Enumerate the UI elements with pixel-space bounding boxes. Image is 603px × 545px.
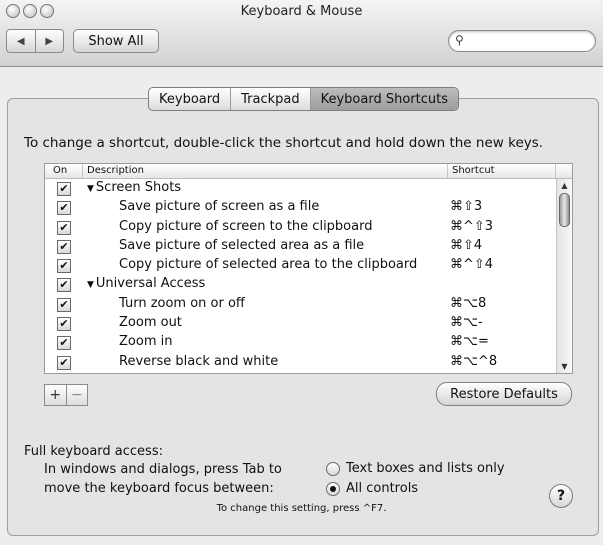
instruction-text: To change a shortcut, double-click the s… — [24, 135, 544, 151]
table-rows: ✔ ▼ Screen Shots ✔ Save picture of screen… — [45, 179, 556, 372]
row-description: Turn zoom on or off — [119, 295, 245, 311]
table-row[interactable]: ✔ ▼ Screen Shots — [45, 179, 556, 198]
show-all-button[interactable]: Show All — [73, 29, 159, 53]
add-remove-buttons: + − — [44, 384, 88, 406]
table-row[interactable]: ✔ Copy picture of selected area to the c… — [45, 256, 556, 275]
table-row[interactable]: ✔ Zoom out ⌘⌥- — [45, 314, 556, 333]
radio-all-controls[interactable]: All controls — [326, 481, 418, 496]
table-row[interactable]: ✔ Zoom in ⌘⌥= — [45, 333, 556, 352]
row-shortcut[interactable]: ⌘⇧4 — [450, 238, 482, 253]
row-description: Save picture of selected area as a file — [119, 237, 365, 253]
full-keyboard-access-title: Full keyboard access: — [24, 444, 163, 459]
row-description: Reverse black and white — [119, 353, 279, 369]
forward-icon[interactable]: ▶ — [34, 30, 64, 52]
row-shortcut[interactable]: ⌘⌥= — [450, 334, 489, 349]
enabled-checkbox[interactable]: ✔ — [57, 220, 71, 235]
scroll-down-arrow-icon[interactable]: ▼ — [557, 362, 572, 371]
radio-button[interactable] — [326, 461, 340, 476]
enabled-checkbox[interactable]: ✔ — [57, 297, 71, 312]
help-button[interactable]: ? — [549, 484, 573, 508]
row-shortcut[interactable]: ⌘⌥- — [450, 315, 483, 330]
window-title: Keyboard & Mouse — [240, 4, 363, 19]
enabled-checkbox[interactable]: ✔ — [57, 336, 71, 351]
radio-label[interactable]: Text boxes and lists only — [346, 461, 505, 476]
shortcuts-table: On Description Shortcut ✔ ▼ Screen Shots … — [44, 163, 573, 374]
enabled-checkbox[interactable]: ✔ — [57, 201, 71, 216]
scroll-thumb[interactable] — [559, 193, 570, 227]
title-bar: Keyboard & Mouse ◀ ▶ Show All ⚲ — [0, 0, 603, 67]
back-icon[interactable]: ◀ — [7, 30, 35, 52]
search-icon: ⚲ — [455, 33, 464, 47]
row-shortcut[interactable]: ⌘⌥^8 — [450, 354, 497, 369]
search-input[interactable] — [471, 32, 591, 50]
column-header-shortcut[interactable]: Shortcut — [448, 164, 556, 178]
row-shortcut[interactable]: ⌘^⇧4 — [450, 257, 493, 272]
tab-trackpad[interactable]: Trackpad — [230, 88, 310, 110]
table-row[interactable]: ✔ Turn zoom on or off ⌘⌥8 — [45, 295, 556, 314]
table-row[interactable]: ✔ Save picture of selected area as a fil… — [45, 237, 556, 256]
full-keyboard-access-description: move the keyboard focus between: — [44, 481, 274, 496]
add-shortcut-button[interactable]: + — [45, 385, 66, 405]
row-description: Copy picture of screen to the clipboard — [119, 218, 373, 234]
radio-label[interactable]: All controls — [346, 481, 418, 496]
group-label: ▼ Screen Shots — [87, 180, 181, 195]
disclosure-triangle-icon[interactable]: ▼ — [87, 280, 94, 290]
column-header-on[interactable]: On — [45, 164, 83, 178]
radio-text-boxes-and-lists[interactable]: Text boxes and lists only — [326, 461, 505, 476]
enabled-checkbox[interactable]: ✔ — [57, 355, 71, 370]
radio-button[interactable] — [326, 481, 340, 496]
table-header: On Description Shortcut — [45, 164, 572, 179]
remove-shortcut-button[interactable]: − — [65, 385, 88, 405]
table-row[interactable]: ✔ Reverse black and white ⌘⌥^8 — [45, 353, 556, 372]
vertical-scrollbar[interactable]: ▲ ▼ — [556, 179, 572, 373]
table-row[interactable]: ✔ Copy picture of screen to the clipboar… — [45, 218, 556, 237]
enabled-checkbox[interactable]: ✔ — [57, 259, 71, 274]
row-description: Copy picture of selected area to the cli… — [119, 257, 418, 273]
column-header-description[interactable]: Description — [83, 164, 448, 178]
enabled-checkbox[interactable]: ✔ — [57, 239, 71, 254]
row-description: Zoom out — [119, 315, 182, 331]
back-forward-buttons: ◀ ▶ — [6, 29, 64, 53]
row-shortcut[interactable]: ⌘⌥8 — [450, 296, 486, 311]
row-description: Save picture of screen as a file — [119, 199, 320, 215]
group-label: ▼ Universal Access — [87, 276, 205, 291]
row-shortcut[interactable]: ⌘⇧3 — [450, 199, 482, 214]
row-shortcut[interactable]: ⌘^⇧3 — [450, 219, 493, 234]
disclosure-triangle-icon[interactable]: ▼ — [87, 184, 94, 194]
restore-defaults-button[interactable]: Restore Defaults — [436, 382, 572, 406]
tab-bar: Keyboard Trackpad Keyboard Shortcuts — [148, 87, 459, 111]
table-row[interactable]: ✔ Save picture of screen as a file ⌘⇧3 — [45, 198, 556, 217]
table-row[interactable]: ✔ ▼ Universal Access — [45, 275, 556, 294]
shortcut-note: To change this setting, press ^F7. — [216, 503, 387, 514]
tab-keyboard[interactable]: Keyboard — [149, 88, 230, 110]
row-description: Zoom in — [119, 334, 173, 350]
row-description: Universal Access — [95, 276, 206, 292]
tab-keyboard-shortcuts[interactable]: Keyboard Shortcuts — [309, 88, 458, 110]
enabled-checkbox[interactable]: ✔ — [57, 278, 71, 293]
full-keyboard-access-description: In windows and dialogs, press Tab to — [44, 462, 282, 477]
scroll-up-arrow-icon[interactable]: ▲ — [557, 181, 572, 190]
enabled-checkbox[interactable]: ✔ — [57, 182, 71, 196]
enabled-checkbox[interactable]: ✔ — [57, 317, 71, 332]
row-description: Screen Shots — [95, 180, 182, 195]
search-field[interactable]: ⚲ — [448, 30, 596, 52]
